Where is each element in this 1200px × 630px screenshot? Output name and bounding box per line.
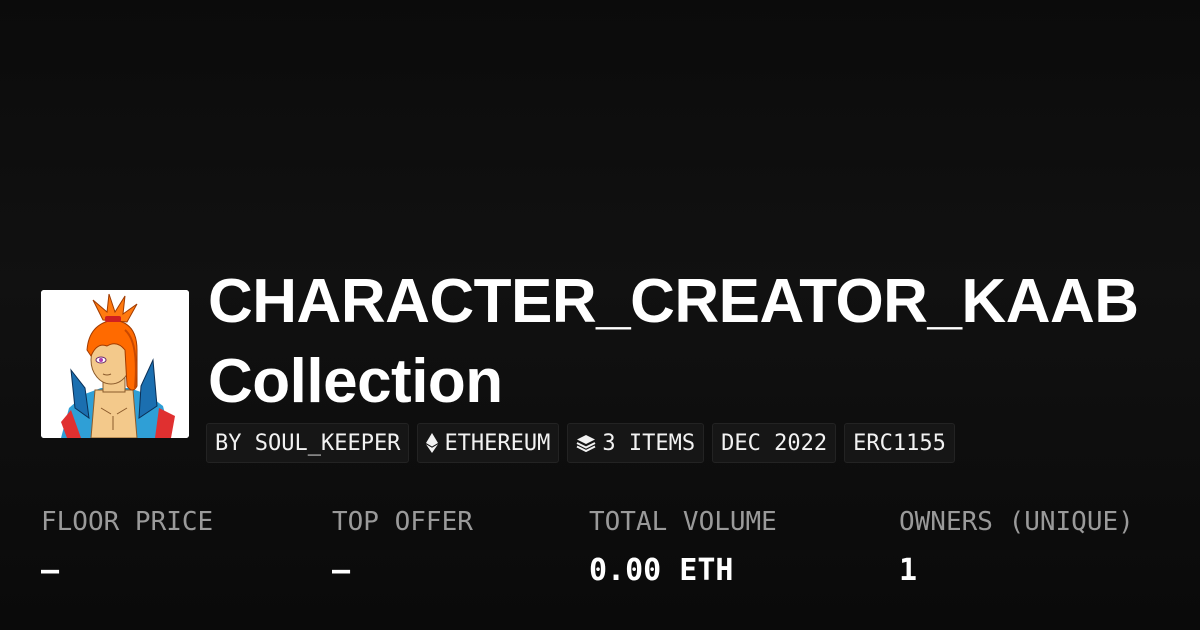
- date-tag-label: DEC 2022: [721, 430, 828, 456]
- standard-tag: ERC1155: [844, 423, 955, 463]
- chain-tag[interactable]: ETHEREUM: [417, 423, 560, 463]
- collection-title-name: CHARACTER_CREATOR_KAAB: [208, 267, 1139, 336]
- collection-stats: FLOOR PRICE — TOP OFFER — TOTAL VOLUME 0…: [0, 505, 1200, 605]
- layers-icon: [576, 434, 596, 452]
- top-offer-label: TOP OFFER: [332, 507, 473, 537]
- items-tag[interactable]: 3 ITEMS: [567, 423, 705, 463]
- total-volume-label: TOTAL VOLUME: [589, 507, 777, 537]
- owners-label: OWNERS (UNIQUE): [899, 507, 1134, 537]
- owners-stat: OWNERS (UNIQUE) 1: [899, 505, 1134, 589]
- creator-tag[interactable]: BY SOUL_KEEPER: [206, 423, 410, 463]
- creator-tag-label: BY SOUL_KEEPER: [215, 430, 401, 456]
- total-volume-value: 0.00 ETH: [589, 553, 734, 588]
- collection-avatar[interactable]: [41, 290, 189, 438]
- items-tag-label: 3 ITEMS: [602, 430, 696, 456]
- character-illustration-icon: [41, 290, 189, 438]
- date-tag: DEC 2022: [712, 423, 837, 463]
- top-offer-value: —: [332, 553, 351, 588]
- top-offer-stat: TOP OFFER —: [332, 505, 473, 589]
- owners-value: 1: [899, 553, 918, 588]
- chain-tag-label: ETHEREUM: [444, 430, 551, 456]
- ethereum-icon: [426, 433, 439, 453]
- collection-title-suffix: Collection: [208, 347, 503, 416]
- floor-price-label: FLOOR PRICE: [41, 507, 214, 537]
- floor-price-value: —: [41, 553, 60, 588]
- collection-tags: BY SOUL_KEEPER ETHEREUM 3 ITEMS DEC 2022…: [206, 423, 955, 463]
- standard-tag-label: ERC1155: [853, 430, 946, 456]
- collection-title: CHARACTER_CREATOR_KAAB Collection: [208, 262, 1188, 422]
- floor-price-stat: FLOOR PRICE —: [41, 505, 213, 589]
- total-volume-stat: TOTAL VOLUME 0.00 ETH: [589, 505, 777, 589]
- collection-card: CHARACTER_CREATOR_KAAB Collection BY SOU…: [0, 0, 1200, 630]
